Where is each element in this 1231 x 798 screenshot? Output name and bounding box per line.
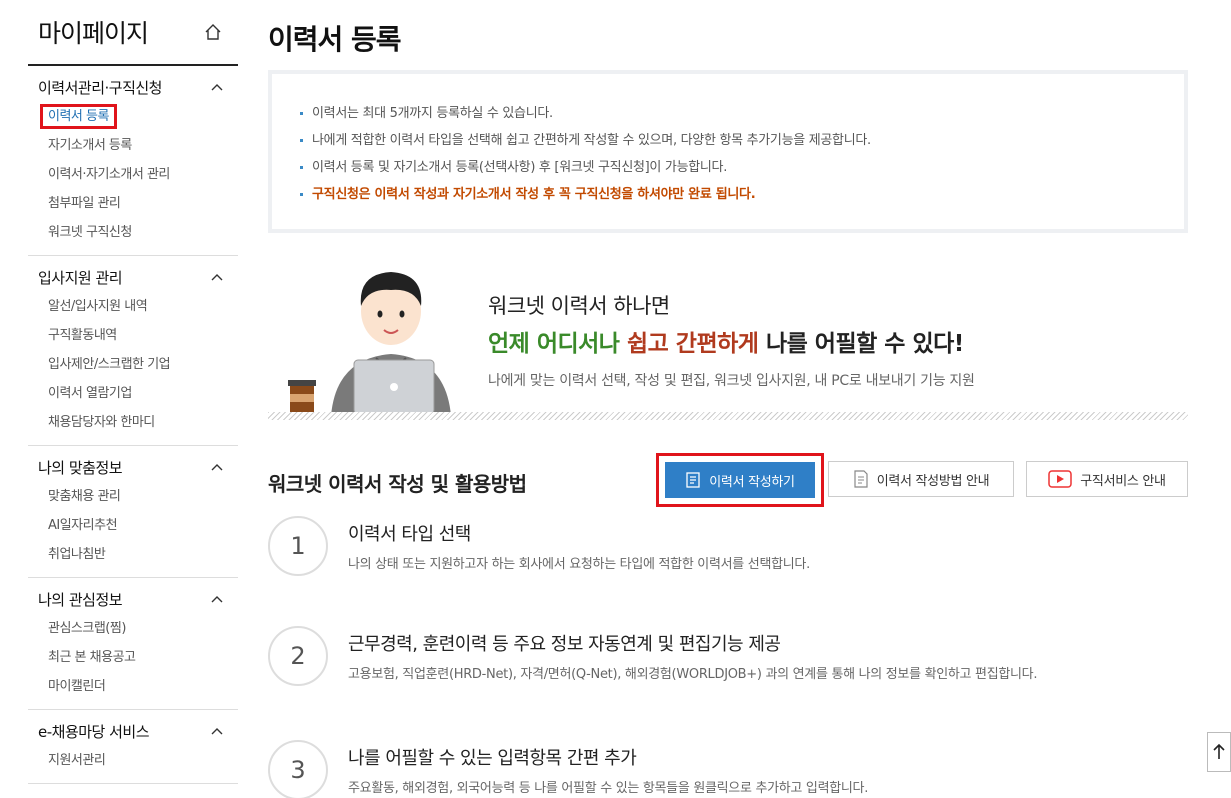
sidebar-group-title: e-채용마당 서비스 (38, 722, 150, 741)
sidebar-group-header[interactable]: 이력서관리·구직신청 (38, 76, 238, 98)
sidebar-group-header[interactable]: 나의 관심정보 (38, 588, 238, 610)
promo-slogan: 언제 어디서나 쉽고 간편하게 나를 어필할 수 있다! (488, 331, 964, 357)
sidebar-group-apply: 입사지원 관리 알선/입사지원 내역 구직활동내역 입사제안/스크랩한 기업 이… (28, 256, 238, 446)
sidebar-item-job-activity[interactable]: 구직활동내역 (38, 321, 238, 350)
notice-item: 이력서는 최대 5개까지 등록하실 수 있습니다. (300, 100, 1156, 127)
step-number: 2 (268, 626, 328, 686)
notice-item: 나에게 적합한 이력서 타입을 선택해 쉽고 간편하게 작성할 수 있으며, 다… (300, 127, 1156, 154)
step-description: 나의 상태 또는 지원하고자 하는 회사에서 요청하는 타입에 적합한 이력서를… (348, 557, 810, 572)
sidebar-title: 마이페이지 (38, 19, 149, 48)
sidebar-group-resume: 이력서관리·구직신청 이력서 등록 자기소개서 등록 이력서·자기소개서 관리 … (28, 66, 238, 256)
home-icon[interactable] (202, 21, 224, 43)
sidebar-group-header[interactable]: e-채용마당 서비스 (38, 720, 238, 742)
sidebar-item-scrap[interactable]: 관심스크랩(찜) (38, 614, 238, 643)
sidebar-item-ai-recommend[interactable]: AI일자리추천 (38, 511, 238, 540)
sidebar-item-calendar[interactable]: 마이캘린더 (38, 672, 238, 701)
resume-guide-button[interactable]: 이력서 작성방법 안내 (828, 461, 1014, 497)
sidebar-group-header[interactable]: 입사지원 관리 (38, 266, 238, 288)
sidebar-item-job-application[interactable]: 워크넷 구직신청 (38, 218, 238, 247)
sidebar-group-e-recruit: e-채용마당 서비스 지원서관리 (28, 710, 238, 784)
divider (268, 412, 1188, 420)
promo-headline: 워크넷 이력서 하나면 (488, 294, 670, 318)
arrow-up-icon (1213, 743, 1225, 759)
video-play-icon (1048, 470, 1073, 488)
sidebar: 마이페이지 이력서관리·구직신청 이력서 등록 자기소개서 등록 이력서·자기소… (28, 0, 238, 798)
howto-title: 워크넷 이력서 작성 및 활용방법 (268, 472, 527, 496)
sidebar-group-header[interactable]: 나의 맞춤정보 (38, 456, 238, 478)
sidebar-item-apply-history[interactable]: 알선/입사지원 내역 (38, 292, 238, 321)
step-title: 이력서 타입 선택 (348, 524, 471, 545)
step-description: 고용보험, 직업훈련(HRD-Net), 자격/면허(Q-Net), 해외경험(… (348, 667, 1038, 682)
step-number: 3 (268, 740, 328, 798)
sidebar-group-title: 나의 맞춤정보 (38, 458, 123, 477)
sidebar-item-resume-register[interactable]: 이력서 등록 (38, 102, 238, 131)
sidebar-item-offers[interactable]: 입사제안/스크랩한 기업 (38, 350, 238, 379)
sidebar-item-resume-manage[interactable]: 이력서·자기소개서 관리 (38, 160, 238, 189)
sidebar-group-title: 입사지원 관리 (38, 268, 123, 287)
person-laptop-illustration (288, 272, 451, 416)
write-resume-button[interactable]: 이력서 작성하기 (656, 453, 824, 507)
step-description: 주요활동, 해외경험, 외국어능력 등 나를 어필할 수 있는 항목들을 원클릭… (348, 781, 869, 796)
sidebar-item-application-manage[interactable]: 지원서관리 (38, 746, 238, 775)
sidebar-group-title: 이력서관리·구직신청 (38, 78, 162, 97)
promo-banner: 워크넷 이력서 하나면 언제 어디서나 쉽고 간편하게 나를 어필할 수 있다!… (268, 262, 1188, 420)
notice-item: 이력서 등록 및 자기소개서 등록(선택사항) 후 [워크넷 구직신청]이 가능… (300, 154, 1156, 181)
sidebar-group-interest: 나의 관심정보 관심스크랩(찜) 최근 본 채용공고 마이캘린더 (28, 578, 238, 710)
chevron-up-icon[interactable] (210, 592, 224, 606)
sidebar-item-attachments[interactable]: 첨부파일 관리 (38, 189, 238, 218)
sidebar-item-custom-jobs[interactable]: 맞춤채용 관리 (38, 482, 238, 511)
scroll-top-button[interactable] (1207, 732, 1231, 772)
document-icon (686, 472, 700, 488)
notice-box: 이력서는 최대 5개까지 등록하실 수 있습니다. 나에게 적합한 이력서 타입… (268, 70, 1188, 233)
sidebar-item-compass[interactable]: 취업나침반 (38, 540, 238, 569)
notice-item-warning: 구직신청은 이력서 작성과 자기소개서 작성 후 꼭 구직신청을 하셔야만 완료… (300, 181, 1156, 208)
sidebar-item-cover-letter[interactable]: 자기소개서 등록 (38, 131, 238, 160)
chevron-up-icon[interactable] (210, 270, 224, 284)
page-title: 이력서 등록 (268, 23, 402, 56)
chevron-up-icon[interactable] (210, 460, 224, 474)
page-icon (854, 470, 868, 488)
promo-description: 나에게 맞는 이력서 선택, 작성 및 편집, 워크넷 입사지원, 내 PC로 … (488, 373, 975, 389)
step-number: 1 (268, 516, 328, 576)
sidebar-group-title: 나의 관심정보 (38, 590, 123, 609)
sidebar-item-recent-jobs[interactable]: 최근 본 채용공고 (38, 643, 238, 672)
step-title: 근무경력, 훈련이력 등 주요 정보 자동연계 및 편집기능 제공 (348, 634, 781, 655)
sidebar-group-custom: 나의 맞춤정보 맞춤채용 관리 AI일자리추천 취업나침반 (28, 446, 238, 578)
sidebar-item-recruiter-chat[interactable]: 채용담당자와 한마디 (38, 408, 238, 437)
chevron-up-icon[interactable] (210, 724, 224, 738)
chevron-up-icon[interactable] (210, 80, 224, 94)
sidebar-item-viewed-companies[interactable]: 이력서 열람기업 (38, 379, 238, 408)
job-service-button[interactable]: 구직서비스 안내 (1026, 461, 1188, 497)
sidebar-header: 마이페이지 (28, 0, 238, 66)
step-title: 나를 어필할 수 있는 입력항목 간편 추가 (348, 748, 637, 769)
